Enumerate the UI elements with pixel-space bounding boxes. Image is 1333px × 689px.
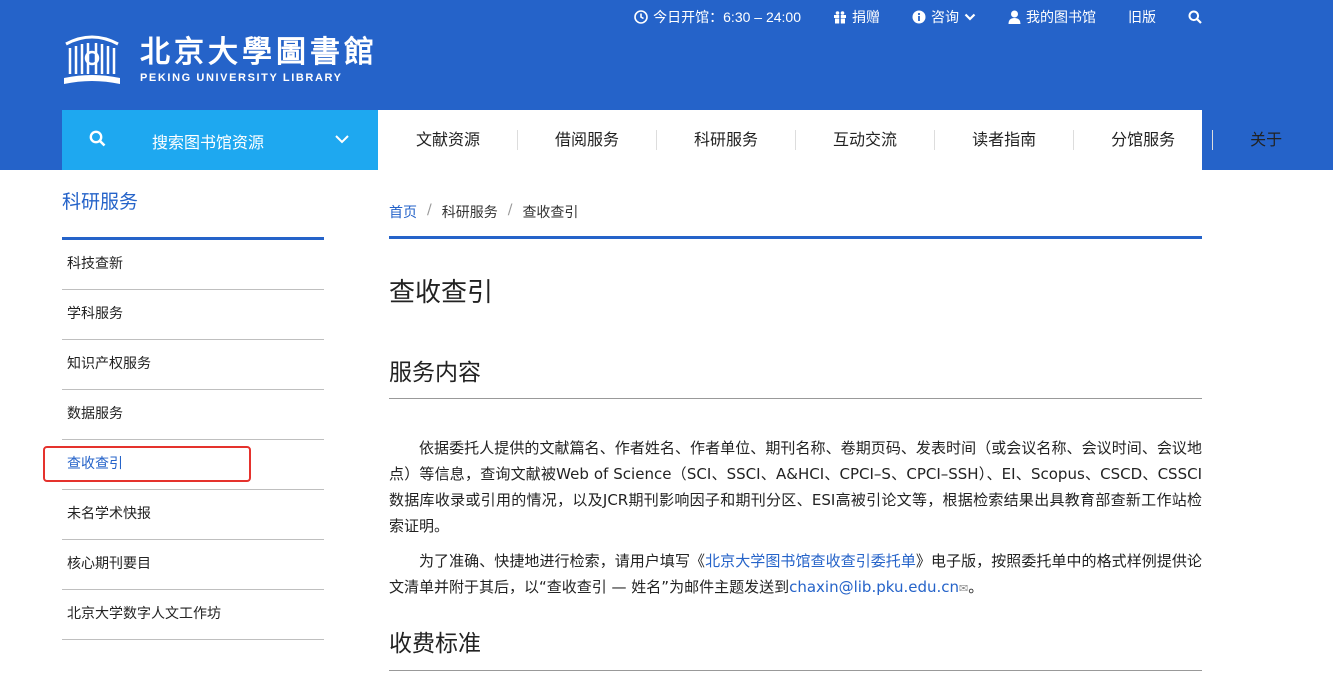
gift-icon	[834, 11, 846, 24]
service-description-paragraph: 依据委托人提供的文献篇名、作者姓名、作者单位、期刊名称、卷期页码、发表时间（或会…	[389, 439, 1202, 535]
opening-hours[interactable]: 今日开馆：6:30 – 24:00	[634, 7, 801, 27]
section-divider	[389, 398, 1202, 399]
chevron-down-icon	[335, 135, 349, 144]
sidebar-item-subject-service[interactable]: 学科服务	[62, 290, 324, 340]
site-search-button[interactable]	[1188, 10, 1202, 24]
nav-item-guide[interactable]: 读者指南	[934, 110, 1073, 170]
consult-label: 咨询	[931, 10, 959, 26]
old-version-label: 旧版	[1128, 10, 1156, 26]
breadcrumb-separator: /	[427, 202, 432, 218]
section-heading-fees: 收费标准	[389, 631, 481, 657]
section-heading-service-content: 服务内容	[389, 360, 481, 386]
library-emblem-icon	[64, 35, 120, 84]
nav-item-branches[interactable]: 分馆服务	[1073, 110, 1212, 170]
sidebar-title: 科研服务	[62, 191, 139, 213]
opening-hours-text: 今日开馆：6:30 – 24:00	[653, 9, 801, 25]
breadcrumb-current: 查收查引	[522, 205, 579, 221]
search-resources-label: 搜索图书馆资源	[152, 133, 265, 152]
breadcrumb-home-link[interactable]: 首页	[389, 202, 417, 222]
commission-form-link[interactable]: 北京大学图书馆查收查引委托单	[705, 552, 916, 570]
breadcrumb-divider	[389, 236, 1202, 239]
donate-label: 捐赠	[852, 10, 880, 26]
chevron-down-icon	[964, 13, 976, 21]
breadcrumb-separator: /	[507, 202, 513, 218]
breadcrumb: 首页 / 科研服务 / 查收查引	[389, 202, 578, 222]
search-icon	[1188, 10, 1202, 24]
site-header: 北京大學圖書館 PEKING UNIVERSITY LIBRARY 今日开馆：6…	[0, 0, 1333, 170]
logo-chinese-name: 北京大學圖書館	[140, 35, 378, 70]
instructions-text-start: 为了准确、快捷地进行检索，请用户填写《	[419, 552, 706, 570]
page-title: 查收查引	[389, 278, 494, 308]
active-item-highlight-box	[43, 446, 251, 482]
instructions-text-end: 。	[968, 578, 984, 596]
nav-item-resources[interactable]: 文献资源	[378, 110, 517, 170]
logo-english-name: PEKING UNIVERSITY LIBRARY	[140, 72, 343, 84]
main-navigation: 文献资源 借阅服务 科研服务 互动交流 读者指南 分馆服务 关于	[378, 110, 1282, 170]
nav-item-about[interactable]: 关于	[1212, 110, 1314, 170]
envelope-icon: ✉	[959, 582, 969, 595]
search-icon	[89, 130, 106, 147]
consult-menu[interactable]: 咨询	[912, 7, 976, 27]
search-resources-button[interactable]: 搜索图书馆资源	[62, 110, 378, 170]
sidebar-item-novelty-search[interactable]: 科技查新	[62, 240, 324, 290]
clock-icon	[634, 10, 648, 24]
email-link[interactable]: chaxin@lib.pku.edu.cn	[789, 578, 959, 596]
library-logo[interactable]: 北京大學圖書館 PEKING UNIVERSITY LIBRARY	[62, 30, 378, 90]
breadcrumb-research-link[interactable]: 科研服务	[442, 202, 498, 222]
sidebar-item-digital-humanities[interactable]: 北京大学数字人文工作坊	[62, 590, 324, 640]
info-icon	[912, 10, 926, 24]
my-library-label: 我的图书馆	[1026, 10, 1096, 26]
sidebar-item-data-service[interactable]: 数据服务	[62, 390, 324, 440]
sidebar-item-ip-service[interactable]: 知识产权服务	[62, 340, 324, 390]
submission-instructions-paragraph: 为了准确、快捷地进行检索，请用户填写《北京大学图书馆查收查引委托单》电子版，按照…	[389, 548, 1202, 602]
nav-item-borrowing[interactable]: 借阅服务	[517, 110, 656, 170]
user-icon	[1008, 10, 1021, 24]
sidebar-item-core-journals[interactable]: 核心期刊要目	[62, 540, 324, 590]
sidebar-menu: 科技查新 学科服务 知识产权服务 数据服务 查收查引 未名学术快报 核心期刊要目…	[62, 240, 324, 640]
top-utility-bar: 今日开馆：6:30 – 24:00 捐赠 咨询 我的图书馆 旧版	[634, 6, 1202, 28]
sidebar-item-academic-news[interactable]: 未名学术快报	[62, 490, 324, 540]
nav-item-research[interactable]: 科研服务	[656, 110, 795, 170]
section-divider	[389, 670, 1202, 671]
my-library-link[interactable]: 我的图书馆	[1008, 7, 1096, 27]
old-version-link[interactable]: 旧版	[1128, 7, 1156, 27]
donate-link[interactable]: 捐赠	[833, 7, 880, 27]
nav-item-interaction[interactable]: 互动交流	[795, 110, 934, 170]
